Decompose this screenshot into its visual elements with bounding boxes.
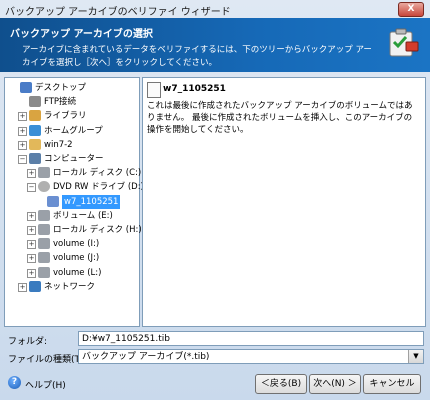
filetype-value: バックアップ アーカイブ(*.tib) (82, 352, 210, 362)
next-button[interactable]: 次へ(N) ＞ (309, 374, 361, 394)
expand-icon[interactable]: + (27, 211, 36, 221)
folder-field[interactable]: D:¥w7_1105251.tib (78, 331, 424, 346)
filetype-select[interactable]: バックアップ アーカイブ(*.tib) ▼ (78, 349, 424, 364)
tree-item-label: ローカル ディスク (C:) (53, 168, 142, 179)
help-button[interactable]: ヘルプ(H) (25, 378, 66, 391)
expand-icon[interactable]: + (27, 226, 36, 235)
desktop-icon (20, 82, 32, 93)
title-bar: バックアップ アーカイブのベリファイ ウィザード X (0, 0, 430, 18)
collapse-icon[interactable]: − (27, 183, 36, 193)
expand-icon[interactable]: + (27, 169, 36, 179)
tree-item-label: ボリューム (E:) (53, 210, 113, 221)
drive-icon (38, 252, 50, 264)
tree-item-label: コンピューター (44, 154, 104, 164)
expand-icon[interactable]: + (27, 254, 36, 264)
expand-icon[interactable]: + (18, 140, 27, 150)
collapse-icon[interactable]: − (18, 155, 27, 164)
tree-item-label: デスクトップ (35, 83, 87, 93)
filetype-label: ファイルの種類(T): (8, 355, 87, 365)
banner-title: バックアップ アーカイブの選択 (10, 29, 153, 40)
close-button[interactable]: X (398, 2, 424, 17)
homegroup-icon (29, 124, 41, 136)
user-folder-icon (29, 138, 41, 150)
tree-item-label: volume (I:) (53, 239, 100, 250)
expand-icon[interactable]: + (18, 282, 27, 292)
library-icon (29, 110, 41, 122)
chevron-down-icon[interactable]: ▼ (408, 350, 423, 363)
archive-icon (47, 195, 59, 207)
dvd-icon (38, 181, 50, 193)
drive-icon (38, 209, 50, 221)
tree-item-label: ローカル ディスク (H:) (53, 225, 142, 235)
back-button[interactable]: ＜戻る(B) (255, 374, 307, 394)
wizard-clipboard-icon (389, 28, 419, 57)
wizard-window: バックアップ アーカイブのベリファイ ウィザード X バックアップ アーカイブの… (0, 0, 430, 400)
expand-icon[interactable]: + (18, 126, 27, 136)
tree-item-label: FTP接続 (44, 97, 77, 108)
drive-icon (38, 266, 50, 278)
help-icon[interactable]: ? (8, 376, 21, 389)
tree-item-label: win7-2 (44, 139, 73, 150)
folder-label: フォルダ: (8, 337, 48, 347)
drive-icon (38, 224, 50, 235)
expand-icon[interactable]: + (27, 240, 36, 250)
archive-detail-pane: w7_1105251 これは最後に作成されたバックアップ アーカイブのボリューム… (142, 77, 426, 327)
tree-item-label: volume (L:) (53, 267, 102, 278)
tree-item-label: DVD RW ドライブ (D:) A (53, 182, 153, 193)
ftp-icon (29, 96, 41, 108)
wizard-banner: バックアップ アーカイブの選択 アーカイブに含まれているデータをベリファイするに… (0, 18, 430, 72)
expand-icon[interactable]: + (27, 268, 36, 278)
tree-item-label: w7_1105251 (62, 194, 121, 209)
window-title: バックアップ アーカイブのベリファイ ウィザード (5, 7, 231, 18)
archive-file-icon (147, 82, 161, 98)
expand-icon[interactable]: + (18, 112, 27, 122)
tree-item-label: ホームグループ (44, 125, 103, 136)
tree-item-label: volume (J:) (53, 253, 100, 264)
archive-detail-title: w7_1105251 (163, 84, 226, 94)
drive-icon (38, 167, 50, 179)
cancel-button[interactable]: キャンセル (363, 374, 421, 394)
tree-item-label: ライブラリ (44, 111, 87, 122)
network-icon (29, 280, 41, 292)
drive-icon (38, 238, 50, 250)
banner-description: アーカイブに含まれているデータをベリファイするには、下のツリーからバックアップ … (22, 45, 372, 68)
tree-item-label: ネットワーク (44, 281, 96, 292)
computer-icon (29, 153, 41, 164)
folder-tree[interactable]: デスクトップ FTP接続 + ライブラリ + ホームグループ + win7-2 − コンピューター… (4, 77, 152, 327)
archive-detail-text: これは最後に作成されたバックアップ アーカイブのボリュームではありません。 最後… (147, 101, 413, 135)
